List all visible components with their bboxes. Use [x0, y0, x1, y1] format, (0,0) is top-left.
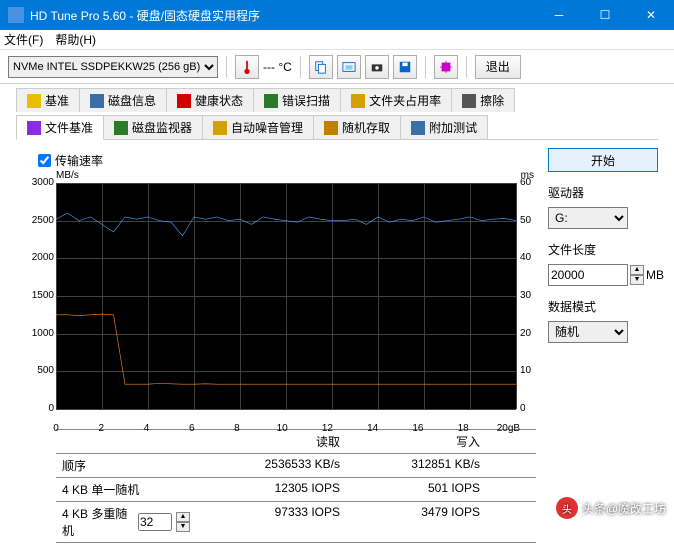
- exit-button[interactable]: 退出: [475, 55, 521, 79]
- spin-down[interactable]: ▼: [630, 275, 644, 285]
- tab-健康状态[interactable]: 健康状态: [166, 88, 254, 112]
- tab-icon: [411, 121, 425, 135]
- close-button[interactable]: ✕: [628, 0, 674, 30]
- tab-错误扫描[interactable]: 错误扫描: [253, 88, 341, 112]
- thermometer-icon[interactable]: [235, 55, 259, 79]
- benchmark-chart: MB/s ms 05001000150020002500300001020304…: [16, 173, 536, 423]
- tab-icon: [351, 94, 365, 108]
- spin-up[interactable]: ▲: [630, 265, 644, 275]
- tab-icon: [27, 94, 41, 108]
- tab-icon: [114, 121, 128, 135]
- table-row: 4 KB 多重随机▲▼97333 IOPS3479 IOPS: [56, 502, 536, 543]
- minimize-button[interactable]: ─: [536, 0, 582, 30]
- menu-help[interactable]: 帮助(H): [55, 31, 96, 48]
- maximize-button[interactable]: ☐: [582, 0, 628, 30]
- data-mode-select[interactable]: 随机: [548, 321, 628, 343]
- transfer-rate-checkbox[interactable]: 传输速率: [38, 152, 536, 169]
- tab-icon: [177, 94, 191, 108]
- tab-随机存取[interactable]: 随机存取: [313, 115, 401, 139]
- file-length-label: 文件长度: [548, 241, 658, 258]
- app-icon: [8, 7, 24, 23]
- drive-letter-select[interactable]: G:: [548, 207, 628, 229]
- menu-file[interactable]: 文件(F): [4, 31, 43, 48]
- tab-icon: [462, 94, 476, 108]
- tab-基准[interactable]: 基准: [16, 88, 80, 112]
- tab-icon: [324, 121, 338, 135]
- temperature-value: --- °C: [263, 60, 292, 74]
- tab-自动噪音管理[interactable]: 自动噪音管理: [202, 115, 314, 139]
- drive-label: 驱动器: [548, 184, 658, 201]
- tab-icon: [27, 121, 41, 135]
- save-icon[interactable]: [393, 55, 417, 79]
- copy-icon[interactable]: [309, 55, 333, 79]
- tab-文件基准[interactable]: 文件基准: [16, 115, 104, 140]
- table-row: 4 KB 单一随机12305 IOPS501 IOPS: [56, 478, 536, 502]
- screenshot-icon[interactable]: [337, 55, 361, 79]
- watermark-icon: 头: [556, 497, 578, 519]
- tab-擦除[interactable]: 擦除: [451, 88, 515, 112]
- watermark: 头 头条@魔改工坊: [556, 497, 666, 519]
- start-button[interactable]: 开始: [548, 148, 658, 172]
- settings-icon[interactable]: [434, 55, 458, 79]
- tab-磁盘监视器[interactable]: 磁盘监视器: [103, 115, 203, 139]
- tab-文件夹占用率[interactable]: 文件夹占用率: [340, 88, 452, 112]
- tab-附加测试[interactable]: 附加测试: [400, 115, 488, 139]
- results-table: 读取 写入 顺序2536533 KB/s312851 KB/s4 KB 单一随机…: [56, 429, 536, 543]
- tab-icon: [213, 121, 227, 135]
- camera-icon[interactable]: [365, 55, 389, 79]
- data-mode-label: 数据模式: [548, 298, 658, 315]
- drive-select[interactable]: NVMe INTEL SSDPEKKW25 (256 gB): [8, 56, 218, 78]
- window-title: HD Tune Pro 5.60 - 硬盘/固态硬盘实用程序: [30, 7, 536, 24]
- tab-icon: [90, 94, 104, 108]
- tab-icon: [264, 94, 278, 108]
- table-row: 顺序2536533 KB/s312851 KB/s: [56, 454, 536, 478]
- file-length-input[interactable]: [548, 264, 628, 286]
- thread-count-input[interactable]: [138, 513, 172, 531]
- tab-磁盘信息[interactable]: 磁盘信息: [79, 88, 167, 112]
